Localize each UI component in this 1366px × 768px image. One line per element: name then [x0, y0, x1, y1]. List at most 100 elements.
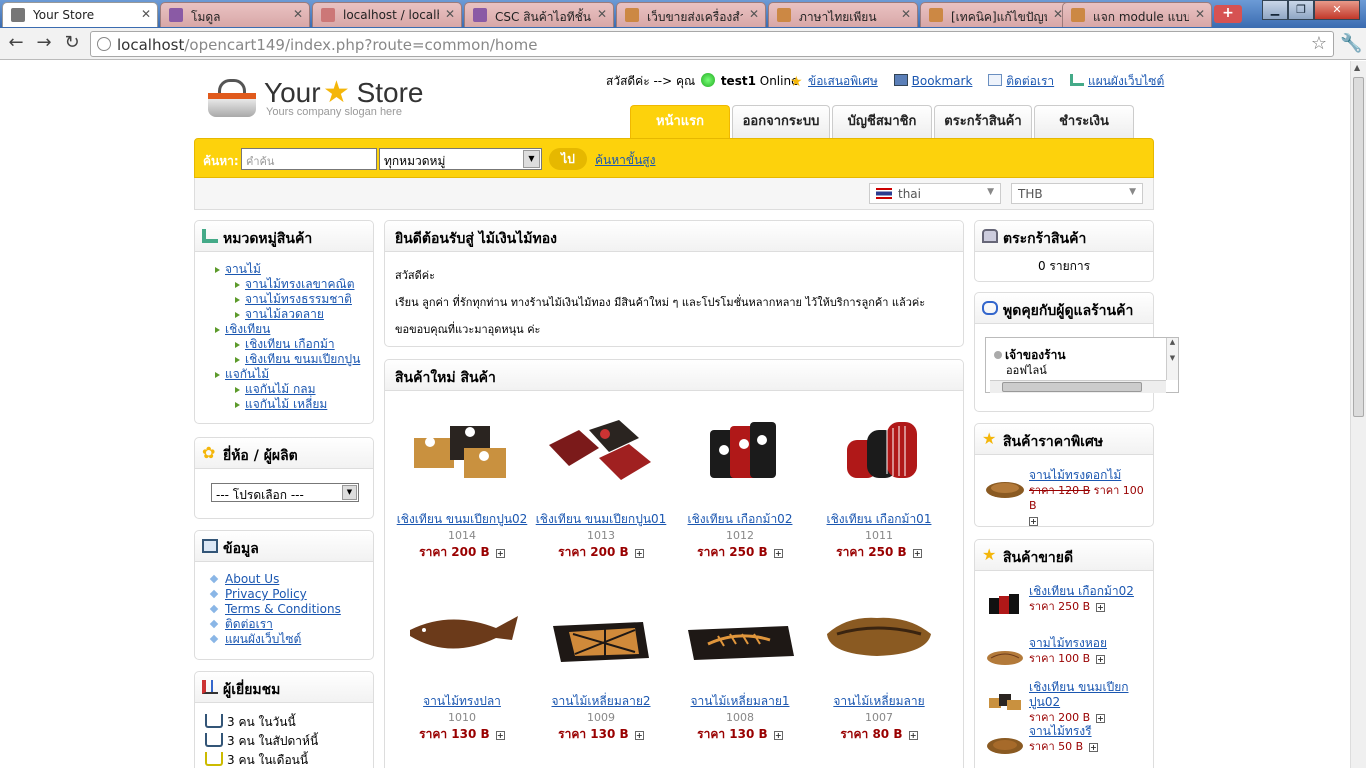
browser-tab-6[interactable]: ภาษาไทยเพียน ✕ — [768, 2, 918, 27]
chat-widget[interactable]: เจ้าของร้าน ออฟไลน์ ▲ ▼ — [985, 337, 1179, 393]
add-to-cart-icon[interactable]: + — [912, 549, 922, 558]
product-image[interactable] — [678, 582, 802, 692]
basket-logo-icon[interactable] — [208, 79, 256, 117]
product-image[interactable] — [985, 686, 1025, 714]
close-icon[interactable]: ✕ — [1195, 7, 1205, 21]
tab-cart[interactable]: ตระกร้าสินค้า — [934, 105, 1032, 138]
category-select[interactable]: ทุกหมวดหมู่ ▼ — [379, 148, 542, 170]
currency-select[interactable]: THB ▼ — [1011, 183, 1143, 204]
close-icon[interactable]: ✕ — [293, 7, 303, 21]
link-sitemap[interactable]: แผนผังเว็บไซต์ — [1088, 74, 1164, 88]
wrench-icon[interactable]: 🔧 — [1340, 33, 1362, 54]
tab-logout[interactable]: ออกจากระบบ — [732, 105, 830, 138]
product-image[interactable] — [985, 730, 1025, 758]
info-link[interactable]: แผนผังเว็บไซต์ — [225, 632, 301, 646]
vertical-scrollbar[interactable]: ▲ ▼ — [1166, 338, 1178, 380]
browser-tab-5[interactable]: เว็บขายส่งเครื่องสำอา ✕ — [616, 2, 766, 27]
product-image[interactable] — [400, 582, 524, 692]
info-link[interactable]: Privacy Policy — [225, 587, 307, 601]
add-to-cart-icon[interactable]: + — [908, 731, 918, 740]
special-product[interactable]: จานไม้ทรงดอกไม้ ราคา 120 B ราคา 100 B + — [985, 468, 1145, 526]
product-image[interactable] — [539, 582, 663, 692]
product-name[interactable]: เชิงเทียน เกือกม้า01 — [812, 510, 946, 529]
category-link[interactable]: จานไม้ — [225, 262, 261, 276]
product-image[interactable] — [539, 400, 663, 510]
product-name[interactable]: เชิงเทียน ขนมเปียกปูน02 — [1029, 680, 1129, 709]
tab-account[interactable]: บัญชีสมาชิก — [832, 105, 932, 138]
add-to-cart-icon[interactable]: + — [1029, 517, 1038, 526]
search-button[interactable]: ไป — [549, 148, 587, 170]
add-to-cart-icon[interactable]: + — [495, 549, 505, 558]
category-link[interactable]: จานไม้ทรงเลขาคณิต — [245, 277, 354, 291]
info-link[interactable]: About Us — [225, 572, 279, 586]
brand-select[interactable]: --- โปรดเลือก --- ▼ — [211, 483, 359, 502]
tab-checkout[interactable]: ชำระเงิน — [1034, 105, 1134, 138]
product-image[interactable] — [817, 400, 941, 510]
category-link[interactable]: เชิงเทียน ขนมเปียกปูน — [245, 352, 360, 366]
horizontal-scrollbar[interactable] — [990, 380, 1166, 393]
product-name[interactable]: จานไม้เหลี่ยมลาย2 — [534, 692, 668, 711]
page-scrollbar[interactable]: ▲ — [1350, 61, 1366, 768]
close-icon[interactable]: ✕ — [141, 7, 151, 21]
tab-home[interactable]: หน้าแรก — [630, 105, 730, 139]
add-to-cart-icon[interactable]: + — [634, 549, 644, 558]
browser-tab-your-store[interactable]: Your Store ✕ — [2, 2, 158, 27]
category-link[interactable]: เชิงเทียน — [225, 322, 270, 336]
add-to-cart-icon[interactable]: + — [1095, 714, 1105, 723]
add-to-cart-icon[interactable]: + — [495, 731, 505, 740]
link-specials[interactable]: ข้อเสนอพิเศษ — [808, 74, 878, 88]
product-name[interactable]: จานไม้ทรงรี — [1029, 724, 1092, 738]
product-name[interactable]: จานไม้เหลี่ยมลาย — [812, 692, 946, 711]
close-icon[interactable]: ✕ — [901, 7, 911, 21]
add-to-cart-icon[interactable]: + — [1089, 743, 1098, 752]
product-name[interactable]: จานไม้ทรงปลา — [395, 692, 529, 711]
close-icon[interactable]: ✕ — [597, 7, 607, 21]
browser-tab-4[interactable]: CSC สินค้าไอทีชั้นนำ ✕ — [464, 2, 614, 27]
category-link[interactable]: เชิงเทียน เกือกม้า — [245, 337, 335, 351]
product-name[interactable]: จามไม้ทรงหอย — [1029, 636, 1107, 650]
category-link[interactable]: จานไม้ทรงธรรมชาติ — [245, 292, 352, 306]
language-select[interactable]: thai ▼ — [869, 183, 1001, 204]
browser-tab-3[interactable]: localhost / localhos ✕ — [312, 2, 462, 27]
close-window-button[interactable]: ✕ — [1314, 0, 1360, 20]
product-name[interactable]: เชิงเทียน เกือกม้า02 — [673, 510, 807, 529]
search-input[interactable]: คำค้น — [241, 148, 377, 170]
info-link[interactable]: Terms & Conditions — [225, 602, 341, 616]
add-to-cart-icon[interactable]: + — [773, 549, 783, 558]
add-to-cart-icon[interactable]: + — [773, 731, 783, 740]
forward-button[interactable]: → — [34, 34, 54, 54]
product-name[interactable]: เชิงเทียน เกือกม้า02 — [1029, 584, 1134, 598]
minimize-button[interactable]: ▁ — [1262, 0, 1288, 20]
close-icon[interactable]: ✕ — [445, 7, 455, 21]
link-contact[interactable]: ติดต่อเรา — [1006, 74, 1054, 88]
category-link[interactable]: แจกันไม้ กลม — [245, 382, 316, 396]
product-name[interactable]: จานไม้เหลี่ยมลาย1 — [673, 692, 807, 711]
product-name[interactable]: จานไม้ทรงดอกไม้ — [1029, 468, 1121, 482]
product-image[interactable] — [985, 642, 1025, 670]
product-name[interactable]: เชิงเทียน ขนมเปียกปูน02 — [395, 510, 529, 529]
info-link[interactable]: ติดต่อเรา — [225, 617, 273, 631]
browser-tab-7[interactable]: [เทคนิค]แก้ไขปัญหา ✕ — [920, 2, 1070, 27]
add-to-cart-icon[interactable]: + — [1095, 603, 1105, 612]
back-button[interactable]: ← — [6, 34, 26, 54]
reload-button[interactable]: ↻ — [62, 34, 82, 54]
product-image[interactable] — [817, 582, 941, 692]
advanced-search-link[interactable]: ค้นหาขั้นสูง — [595, 151, 655, 170]
product-image[interactable] — [400, 400, 524, 510]
url-input[interactable]: localhost/opencart149/index.php?route=co… — [90, 31, 1334, 57]
category-link[interactable]: แจกันไม้ — [225, 367, 269, 381]
add-to-cart-icon[interactable]: + — [1095, 655, 1105, 664]
close-icon[interactable]: ✕ — [749, 7, 759, 21]
category-link[interactable]: แจกันไม้ เหลี่ยม — [245, 397, 327, 411]
product-image[interactable] — [985, 474, 1025, 502]
bookmark-star-icon[interactable]: ☆ — [1311, 33, 1327, 54]
category-link[interactable]: จานไม้ลวดลาย — [245, 307, 324, 321]
browser-tab-2[interactable]: โมดูล ✕ — [160, 2, 310, 27]
maximize-button[interactable]: ❐ — [1288, 0, 1314, 20]
add-to-cart-icon[interactable]: + — [634, 731, 644, 740]
browser-tab-8[interactable]: แจก module แบบไม่ ✕ — [1062, 2, 1212, 27]
product-image[interactable] — [678, 400, 802, 510]
link-bookmark[interactable]: Bookmark — [912, 74, 973, 88]
product-name[interactable]: เชิงเทียน ขนมเปียกปูน01 — [534, 510, 668, 529]
product-image[interactable] — [985, 590, 1025, 618]
